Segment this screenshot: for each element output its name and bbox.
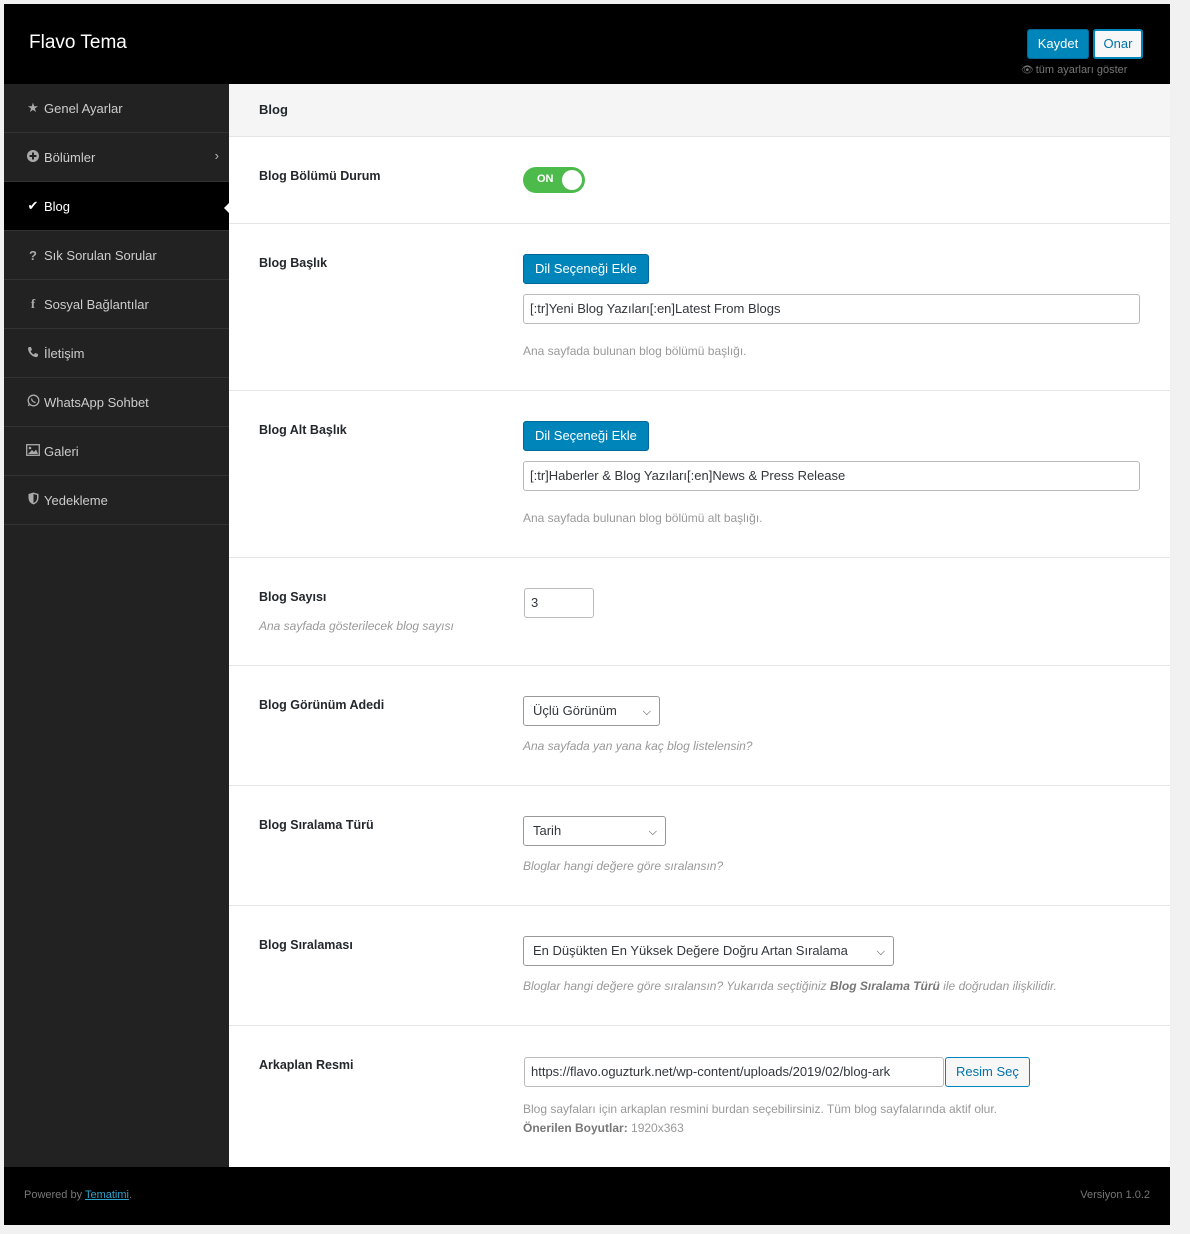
sidebar: ★ Genel Ayarlar Bölümler › ✔ Blog ? Sık … bbox=[4, 84, 230, 1167]
help-text: Bloglar hangi değere göre sıralansın? Yu… bbox=[523, 979, 1057, 993]
blog-count-input[interactable]: 3 bbox=[524, 588, 594, 618]
setting-label: Arkaplan Resmi bbox=[259, 1058, 354, 1072]
powered-link[interactable]: Tematimi bbox=[85, 1189, 129, 1201]
show-all-settings-link[interactable]: 👁 tüm ayarları göster bbox=[1021, 64, 1127, 76]
eye-icon: 👁 bbox=[1021, 65, 1034, 76]
select-value: Üçlü Görünüm bbox=[533, 703, 617, 718]
powered-suffix: . bbox=[128, 1189, 133, 1201]
add-language-button[interactable]: Dil Seçeneği Ekle bbox=[523, 421, 649, 451]
blog-title-input[interactable]: [:tr]Yeni Blog Yazıları[:en]Latest From … bbox=[523, 294, 1140, 324]
blog-sort-type-select[interactable]: Tarih ⌵ bbox=[523, 816, 666, 846]
add-language-button[interactable]: Dil Seçeneği Ekle bbox=[523, 254, 649, 284]
powered-prefix: Powered by bbox=[24, 1189, 85, 1201]
select-value: En Düşükten En Yüksek Değere Doğru Artan… bbox=[533, 943, 848, 958]
setting-row-background: Arkaplan Resmi https://flavo.oguzturk.ne… bbox=[229, 1026, 1170, 1167]
chevron-down-icon: ⌵ bbox=[642, 706, 651, 718]
help-text-emphasis: Blog Sıralama Türü bbox=[829, 979, 940, 993]
recommended-sizes: Önerilen Boyutlar: 1920x363 bbox=[523, 1121, 684, 1135]
sidebar-item-label: Bölümler bbox=[44, 149, 96, 165]
setting-row-sort-type: Blog Sıralama Türü Tarih ⌵ Bloglar hangi… bbox=[229, 786, 1170, 906]
phone-icon bbox=[22, 346, 44, 361]
setting-row-title: Blog Başlık Dil Seçeneği Ekle [:tr]Yeni … bbox=[229, 224, 1170, 391]
help-text: Ana sayfada bulunan blog bölümü başlığı. bbox=[523, 344, 747, 358]
reset-button[interactable]: Onar bbox=[1093, 29, 1143, 59]
sidebar-item-blog[interactable]: ✔ Blog bbox=[4, 182, 230, 231]
check-icon: ✔ bbox=[27, 198, 39, 213]
sidebar-item-genel-ayarlar[interactable]: ★ Genel Ayarlar bbox=[4, 84, 229, 133]
sidebar-item-label: Genel Ayarlar bbox=[44, 100, 123, 116]
blog-sort-order-select[interactable]: En Düşükten En Yüksek Değere Doğru Artan… bbox=[523, 936, 894, 966]
setting-label: Blog Bölümü Durum bbox=[259, 169, 381, 183]
image-icon bbox=[22, 443, 44, 459]
toggle-knob bbox=[562, 170, 582, 190]
help-text: Blog sayfaları için arkaplan resmini bur… bbox=[523, 1102, 998, 1116]
help-text: Ana sayfada yan yana kaç blog listelensi… bbox=[523, 739, 753, 753]
sidebar-item-bolumler[interactable]: Bölümler › bbox=[4, 133, 229, 182]
setting-label: Blog Başlık bbox=[259, 256, 328, 270]
powered-by: Powered by Tematimi. bbox=[24, 1189, 132, 1201]
select-image-button[interactable]: Resim Seç bbox=[945, 1057, 1030, 1087]
setting-label: Blog Sayısı bbox=[259, 590, 327, 604]
app-title: Flavo Tema bbox=[29, 32, 127, 53]
chevron-down-icon: ⌵ bbox=[648, 826, 657, 838]
sidebar-item-sss[interactable]: ? Sık Sorulan Sorular bbox=[4, 231, 229, 280]
setting-row-sort-order: Blog Sıralaması En Düşükten En Yüksek De… bbox=[229, 906, 1170, 1026]
sidebar-item-yedekleme[interactable]: Yedekleme bbox=[4, 476, 229, 525]
plus-circle-icon bbox=[22, 149, 44, 165]
sidebar-item-label: Sık Sorulan Sorular bbox=[44, 247, 157, 263]
sidebar-item-whatsapp[interactable]: WhatsApp Sohbet bbox=[4, 378, 229, 427]
save-button[interactable]: Kaydet bbox=[1027, 29, 1089, 59]
sidebar-item-galeri[interactable]: Galeri bbox=[4, 427, 229, 476]
sidebar-item-label: WhatsApp Sohbet bbox=[44, 394, 149, 410]
question-icon: ? bbox=[29, 247, 37, 263]
setting-row-view: Blog Görünüm Adedi Üçlü Görünüm ⌵ Ana sa… bbox=[229, 666, 1170, 786]
help-text: Ana sayfada bulunan blog bölümü alt başl… bbox=[523, 511, 763, 525]
sidebar-item-label: Blog bbox=[44, 198, 71, 214]
footer: Powered by Tematimi. Versiyon 1.0.2 bbox=[4, 1167, 1170, 1225]
blog-view-select[interactable]: Üçlü Görünüm ⌵ bbox=[523, 696, 660, 726]
help-text: Bloglar hangi değere göre sıralansın? bbox=[523, 859, 724, 873]
setting-row-status: Blog Bölümü Durum ON bbox=[229, 137, 1170, 224]
setting-label: Blog Görünüm Adedi bbox=[259, 698, 385, 712]
sidebar-item-label: İletişim bbox=[44, 345, 85, 361]
sidebar-item-label: Sosyal Bağlantılar bbox=[44, 296, 149, 312]
shield-icon bbox=[22, 492, 44, 508]
app-frame: Flavo Tema Kaydet Onar 👁 tüm ayarları gös… bbox=[4, 4, 1170, 1225]
main-content: Blog Blog Bölümü Durum ON Blog Başlık Di… bbox=[229, 84, 1170, 1167]
sidebar-item-label: Yedekleme bbox=[44, 492, 108, 508]
select-value: Tarih bbox=[533, 823, 562, 838]
help-text-part: Bloglar hangi değere göre sıralansın? Yu… bbox=[523, 979, 830, 993]
setting-row-subtitle: Blog Alt Başlık Dil Seçeneği Ekle [:tr]H… bbox=[229, 391, 1170, 558]
toggle-state-label: ON bbox=[537, 173, 554, 185]
setting-sublabel: Ana sayfada gösterilecek blog sayısı bbox=[259, 619, 454, 633]
help-text-part: ile doğrudan ilişkilidir. bbox=[939, 979, 1057, 993]
sizes-value: 1920x363 bbox=[631, 1121, 684, 1135]
sizes-label: Önerilen Boyutlar: bbox=[523, 1121, 628, 1135]
facebook-icon: f bbox=[30, 296, 36, 311]
whatsapp-icon bbox=[22, 394, 44, 410]
star-icon: ★ bbox=[27, 100, 39, 115]
setting-label: Blog Sıralama Türü bbox=[259, 818, 374, 832]
section-title: Blog bbox=[229, 84, 1170, 137]
setting-row-count: Blog Sayısı Ana sayfada gösterilecek blo… bbox=[229, 558, 1170, 666]
show-all-label: tüm ayarları göster bbox=[1035, 64, 1128, 76]
chevron-right-icon: › bbox=[214, 148, 219, 163]
background-url-input[interactable]: https://flavo.oguzturk.net/wp-content/up… bbox=[524, 1057, 944, 1087]
sidebar-item-sosyal[interactable]: f Sosyal Bağlantılar bbox=[4, 280, 229, 329]
blog-subtitle-input[interactable]: [:tr]Haberler & Blog Yazıları[:en]News &… bbox=[523, 461, 1140, 491]
setting-label: Blog Sıralaması bbox=[259, 938, 353, 952]
chevron-down-icon: ⌵ bbox=[876, 946, 885, 958]
setting-label: Blog Alt Başlık bbox=[259, 423, 347, 437]
top-bar: Flavo Tema Kaydet Onar 👁 tüm ayarları gös… bbox=[4, 4, 1170, 84]
sidebar-item-label: Galeri bbox=[44, 443, 79, 459]
blog-status-toggle[interactable]: ON bbox=[523, 167, 585, 193]
sidebar-item-iletisim[interactable]: İletişim bbox=[4, 329, 229, 378]
version-label: Versiyon 1.0.2 bbox=[1080, 1189, 1150, 1201]
